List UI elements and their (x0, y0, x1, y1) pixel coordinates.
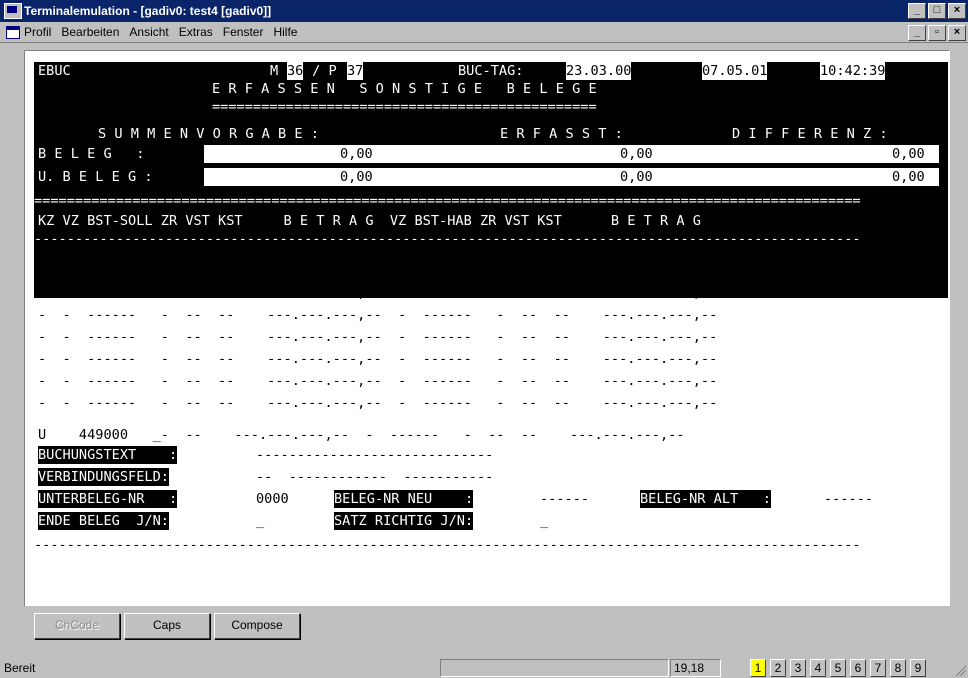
beleg-nr-alt-label: BELEG-NR ALT : (640, 490, 771, 508)
session-4-button[interactable]: 4 (810, 659, 826, 677)
buchungstext-label: BUCHUNGSTEXT : (38, 446, 178, 464)
p-separator: / P (304, 62, 345, 80)
summenvorgabe-header: S U M M E N V O R G A B E : (98, 125, 319, 143)
beleg-summenvorgabe: 0,00 (340, 145, 373, 163)
terminal-app-icon[interactable] (4, 3, 22, 19)
booking-row[interactable]: - - ------ - -- -- ---.---.---,-- - ----… (38, 394, 717, 412)
beleg-values-row (204, 145, 939, 163)
ende-beleg-label: ENDE BELEG J/N: (38, 512, 169, 530)
session-1-button[interactable]: 1 (750, 659, 766, 677)
program-code: EBUC (38, 62, 71, 80)
menu-ansicht[interactable]: Ansicht (129, 25, 168, 39)
child-minimize-button[interactable]: _ (908, 25, 926, 41)
session-5-button[interactable]: 5 (830, 659, 846, 677)
m-value: 36 (287, 62, 304, 80)
bottom-separator: ----------------------------------------… (34, 537, 861, 553)
ubeleg-label: U. B E L E G : (38, 168, 153, 186)
booking-row[interactable]: - - ------ - -- -- ---.---.---,-- - ----… (38, 328, 717, 346)
current-date: 07.05.01 (702, 62, 768, 80)
document-window-icon[interactable] (6, 26, 20, 39)
session-7-button[interactable]: 7 (870, 659, 886, 677)
cursor-position: 19,18 (670, 659, 721, 677)
satz-richtig-label: SATZ RICHTIG J/N: (334, 512, 474, 530)
menu-hilfe[interactable]: Hilfe (273, 25, 297, 39)
menu-fenster[interactable]: Fenster (223, 25, 264, 39)
screen-title: E R F A S S E N S O N S T I G E B E L E … (212, 80, 597, 98)
chcode-button[interactable]: ChCode (34, 613, 120, 639)
verbindungsfeld-field[interactable]: -- ------------ ----------- (256, 468, 493, 486)
minimize-button[interactable]: _ (908, 3, 926, 19)
booking-row[interactable]: - - ------ - -- -- ---.---.---,-- - ----… (38, 284, 717, 302)
maximize-button[interactable]: □ (928, 3, 946, 19)
buchungstext-field[interactable]: ----------------------------- (256, 446, 493, 464)
booking-row[interactable]: - - ------ - -- -- ---.---.---,-- - ----… (38, 263, 717, 281)
buc-tag-label: BUC-TAG: (458, 62, 524, 80)
session-9-button[interactable]: 9 (910, 659, 926, 677)
resize-grip-icon[interactable] (954, 664, 966, 676)
status-text: Bereit (4, 661, 36, 675)
buc-tag-value: 23.03.00 (566, 62, 632, 80)
beleg-nr-neu-label: BELEG-NR NEU : (334, 490, 474, 508)
beleg-erfasst: 0,00 (620, 145, 653, 163)
current-time: 10:42:39 (820, 62, 886, 80)
menu-extras[interactable]: Extras (179, 25, 213, 39)
beleg-nr-neu-field[interactable]: ------ (540, 490, 589, 508)
unterbeleg-nr-field[interactable]: 0000 (256, 490, 289, 508)
column-header: KZ VZ BST-SOLL ZR VST KST B E T R A G VZ… (38, 212, 701, 230)
separator-dashes: ----------------------------------------… (34, 230, 861, 248)
u-booking-row[interactable]: U 449000 _- -- ---.---.---,-- - ------ -… (38, 426, 685, 444)
booking-row[interactable]: - - ------ - -- -- ---.---.---,-- - ----… (38, 306, 717, 324)
verbindungsfeld-label: VERBINDUNGSFELD: (38, 468, 169, 486)
beleg-nr-alt-field[interactable]: ------ (824, 490, 873, 508)
compose-button[interactable]: Compose (214, 613, 300, 639)
separator-equals: ========================================… (34, 192, 861, 210)
ubeleg-differenz: 0,00 (892, 168, 925, 186)
booking-row[interactable]: - - ------ - -- -- ---.---.---,-- - ----… (38, 372, 717, 390)
screen-title-underline: ========================================… (212, 98, 597, 116)
child-close-button[interactable]: × (948, 25, 966, 41)
session-3-button[interactable]: 3 (790, 659, 806, 677)
session-2-button[interactable]: 2 (770, 659, 786, 677)
ende-beleg-field[interactable]: _ (256, 512, 264, 530)
session-8-button[interactable]: 8 (890, 659, 906, 677)
session-6-button[interactable]: 6 (850, 659, 866, 677)
terminal-screen[interactable]: EBUC M 36 / P 37 BUC-TAG: 23.03.00 07.05… (34, 62, 948, 606)
unterbeleg-nr-label: UNTERBELEG-NR : (38, 490, 178, 508)
booking-row[interactable]: - - ------ - -- -- ---.---.---,-- - ----… (38, 350, 717, 368)
ubeleg-summenvorgabe: 0,00 (340, 168, 373, 186)
m-label: M (270, 62, 279, 80)
child-restore-button[interactable]: ▫ (928, 25, 946, 41)
differenz-header: D I F F E R E N Z : (732, 125, 888, 143)
ubeleg-erfasst: 0,00 (620, 168, 653, 186)
title-bar: Terminalemulation - [gadiv0: test4 [gadi… (0, 0, 968, 22)
caps-button[interactable]: Caps (124, 613, 210, 639)
beleg-label: B E L E G : (38, 145, 145, 163)
window-title: Terminalemulation - [gadiv0: test4 [gadi… (24, 4, 272, 18)
menu-bar: Profil Bearbeiten Ansicht Extras Fenster… (0, 22, 968, 43)
status-field-empty (440, 659, 669, 677)
status-bar: Bereit 19,18 1 2 3 4 5 6 7 8 9 (0, 656, 968, 678)
ubeleg-values-row (204, 168, 939, 186)
p-value: 37 (347, 62, 364, 80)
menu-bearbeiten[interactable]: Bearbeiten (61, 25, 119, 39)
satz-richtig-field[interactable]: _ (540, 512, 548, 530)
erfasst-header: E R F A S S T : (500, 125, 623, 143)
close-button[interactable]: × (948, 3, 966, 19)
beleg-differenz: 0,00 (892, 145, 925, 163)
menu-profil[interactable]: Profil (24, 25, 51, 39)
